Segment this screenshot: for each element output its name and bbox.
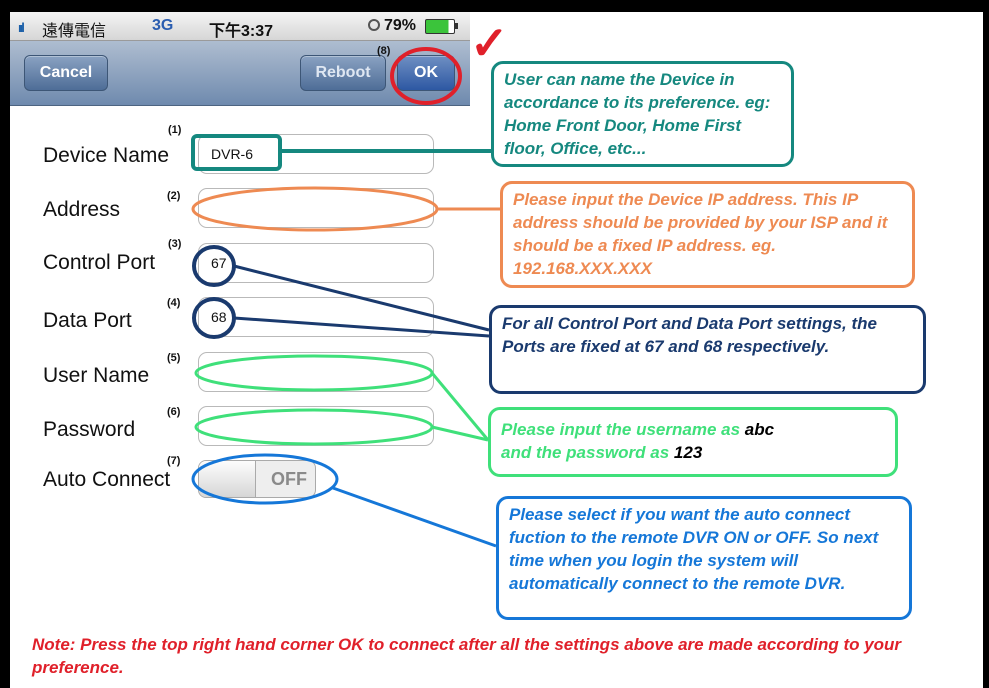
data-port-value: 68 (211, 309, 227, 325)
navigation-bar: Cancel Reboot OK (10, 41, 470, 106)
ports-callout: For all Control Port and Data Port setti… (489, 305, 926, 394)
toggle-state: OFF (271, 469, 307, 489)
step-number: (3) (168, 238, 182, 250)
auto-connect-toggle[interactable]: OFF (198, 460, 316, 498)
credentials-username: abc (744, 420, 775, 439)
data-port-field[interactable]: 68 (198, 297, 434, 337)
device-name-value: DVR-6 (211, 146, 254, 162)
user-name-connector (430, 372, 490, 441)
credentials-callout: Please input the username as abc and the… (488, 407, 898, 477)
credentials-password: 123 (673, 443, 703, 462)
carrier-name: 遠傳電信 (42, 23, 107, 40)
status-bar: ııl 遠傳電信 3G 下午3:37 79% (10, 12, 470, 41)
device-name-field[interactable]: DVR-6 (198, 134, 434, 174)
network-type: 3G (152, 17, 174, 34)
step-number: (6) (167, 406, 181, 418)
battery-icon (425, 19, 458, 34)
address-field[interactable] (198, 188, 434, 228)
ok-button[interactable]: OK (397, 55, 455, 91)
data-port-label: Data Port (43, 309, 132, 332)
toggle-knob (199, 461, 256, 497)
alarm-icon (368, 19, 380, 31)
password-field[interactable] (198, 406, 434, 446)
control-port-value: 67 (211, 255, 227, 271)
address-callout: Please input the Device IP address. This… (500, 181, 915, 288)
clock: 下午3:37 (209, 23, 274, 40)
device-name-callout: User can name the Device in accordance t… (491, 61, 794, 167)
auto-connect-callout: Please select if you want the auto conne… (496, 496, 912, 620)
footer-note: Note: Press the top right hand corner OK… (32, 635, 902, 677)
step-number: (2) (167, 190, 181, 202)
ok-step-number: (8) (377, 45, 391, 57)
step-number: (7) (167, 455, 181, 467)
step-number: (5) (167, 352, 181, 364)
address-label: Address (43, 198, 121, 221)
device-name-label: Device Name (43, 144, 170, 167)
auto-connect-connector (332, 486, 497, 548)
password-connector (431, 425, 489, 442)
battery-percent: 79% (384, 17, 417, 34)
user-name-label: User Name (43, 364, 150, 387)
password-label: Password (43, 418, 136, 441)
tutorial-page: ııl 遠傳電信 3G 下午3:37 79% Cancel Reboot OK … (10, 12, 983, 688)
step-number: (1) (168, 124, 182, 136)
control-port-label: Control Port (43, 251, 156, 274)
step-number: (4) (167, 297, 181, 309)
user-name-field[interactable] (198, 352, 434, 392)
auto-connect-label: Auto Connect (43, 468, 171, 491)
credentials-text-2: and the password as (501, 443, 670, 462)
control-port-field[interactable]: 67 (198, 243, 434, 283)
reboot-button[interactable]: Reboot (300, 55, 386, 91)
credentials-text-1: Please input the username as (501, 420, 741, 439)
signal-icon: ııl (18, 20, 25, 35)
cancel-button[interactable]: Cancel (24, 55, 108, 91)
